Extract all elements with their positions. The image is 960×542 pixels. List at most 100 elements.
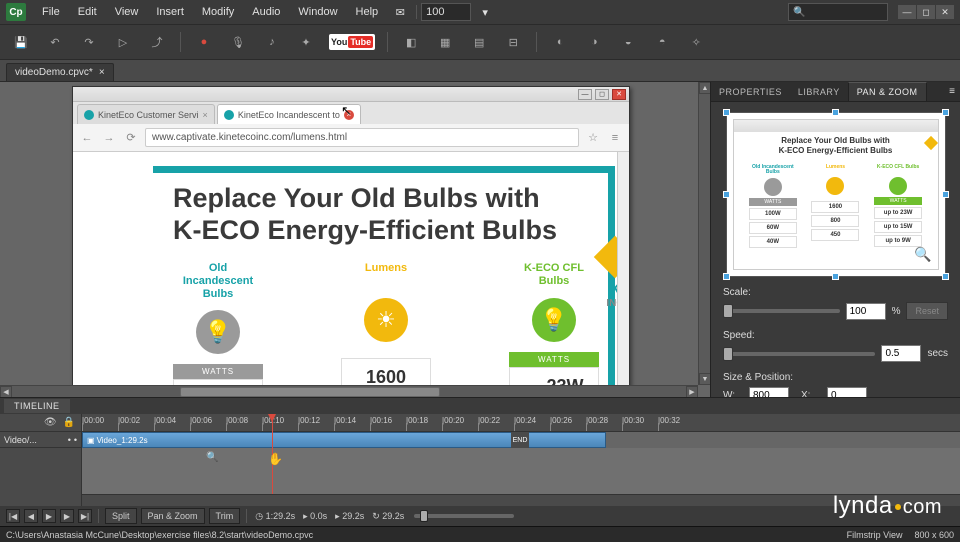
pan-zoom-thumbnail[interactable]: Replace Your Old Bulbs withK-ECO Energy-… [726,112,946,277]
layout-3-icon[interactable]: ⊟ [502,31,524,53]
reset-button[interactable]: Reset [906,302,948,320]
webpage-scrollbar[interactable] [617,152,629,397]
search-field[interactable]: 🔍 [788,3,888,21]
timeline-tab[interactable]: TIMELINE [4,399,70,413]
scale-label: Scale: [723,287,948,298]
magnifier-icon[interactable]: 🔍 [914,246,931,263]
crop-icon[interactable]: ◧ [400,31,422,53]
window-close[interactable]: ✕ [936,5,954,19]
track-label[interactable]: Video/...•• [0,432,81,448]
x-input[interactable] [827,387,867,397]
menu-edit[interactable]: Edit [70,3,105,21]
menu-audio[interactable]: Audio [244,3,288,21]
browser-maximize[interactable]: ◻ [595,89,609,100]
menu-window[interactable]: Window [290,3,345,21]
properties-panel: PROPERTIES LIBRARY PAN & ZOOM ≡ Replace … [710,82,960,397]
timeline-ruler[interactable]: |00:00|00:02|00:04|00:06|00:08|00:10|00:… [82,414,960,432]
pan-zoom-button[interactable]: Pan & Zoom [141,508,205,524]
tab-close-icon[interactable]: × [203,110,208,120]
scale-input[interactable] [846,303,886,320]
layout-1-icon[interactable]: ▦ [434,31,456,53]
prev-frame-icon[interactable]: ◀ [24,509,38,523]
resize-handle[interactable] [832,273,839,280]
view-mode-label[interactable]: Filmstrip View [847,530,903,540]
resize-handle[interactable] [942,191,949,198]
resize-handle[interactable] [942,273,949,280]
transition-1-icon[interactable]: ◐ [549,31,571,53]
tab-properties[interactable]: PROPERTIES [711,83,790,101]
speed-slider[interactable] [723,352,875,356]
scale-slider[interactable] [723,309,840,313]
resize-handle[interactable] [942,109,949,116]
split-button[interactable]: Split [105,508,137,524]
publish-icon[interactable]: ⤴ [146,31,168,53]
zoom-slider[interactable] [414,514,514,518]
stage-vertical-scrollbar[interactable]: ▲▼ [698,82,710,385]
menu-view[interactable]: View [107,3,147,21]
address-bar[interactable]: www.captivate.kinetecoinc.com/lumens.htm… [145,128,579,147]
resize-handle[interactable] [723,273,730,280]
out-point-label: ▸ 29.2s [335,511,364,522]
browser-tab-1[interactable]: KinetEco Customer Servi × [77,104,215,124]
menu-help[interactable]: Help [348,3,387,21]
trim-button[interactable]: Trim [209,508,241,524]
tab-library[interactable]: LIBRARY [790,83,848,101]
browser-close[interactable]: ✕ [612,89,626,100]
speed-label: Speed: [723,330,948,341]
first-frame-icon[interactable]: |◀ [6,509,20,523]
close-icon[interactable]: × [99,67,105,78]
video-clip[interactable]: ▣Video_1:29.2s END [82,432,606,448]
stage-horizontal-scrollbar[interactable]: ◀ ▶ [0,385,698,397]
lynda-watermark: lyndacom [833,492,942,520]
redo-icon[interactable]: ↷ [78,31,100,53]
microphone-icon[interactable]: 🎙 [227,31,249,53]
zoom-input[interactable] [421,3,471,21]
in-point-label: ▸ 0.0s [303,511,327,522]
next-frame-icon[interactable]: ▶ [60,509,74,523]
play-icon[interactable]: ▶ [42,509,56,523]
forward-icon[interactable]: → [101,130,117,146]
document-tab[interactable]: videoDemo.cpvc* × [6,63,114,81]
lock-icon[interactable]: 🔒 [63,417,75,428]
timeline-scrollbar[interactable] [82,494,960,506]
menu-insert[interactable]: Insert [148,3,192,21]
hamburger-icon[interactable]: ≡ [607,130,623,146]
panel-menu-icon[interactable]: ≡ [944,86,960,97]
music-icon[interactable]: ♪ [261,31,283,53]
speed-input[interactable] [881,345,921,362]
transition-2-icon[interactable]: ◑ [583,31,605,53]
preview-icon[interactable]: ▷ [112,31,134,53]
reload-icon[interactable]: ⟳ [123,130,139,146]
transition-3-icon[interactable]: ◒ [617,31,639,53]
effects-icon[interactable]: ✦ [295,31,317,53]
undo-icon[interactable]: ↶ [44,31,66,53]
magnifier-marker-icon[interactable]: 🔍 [206,452,218,463]
zoom-dropdown-icon[interactable]: ▾ [476,3,494,21]
effects-2-icon[interactable]: ✧ [685,31,707,53]
resize-handle[interactable] [723,191,730,198]
webpage-content: Replace Your Old Bulbs with K-ECO Energy… [73,152,629,397]
tab-pan-zoom[interactable]: PAN & ZOOM [848,82,927,101]
eye-icon[interactable]: 👁 [44,417,57,428]
transition-4-icon[interactable]: ◓ [651,31,673,53]
youtube-icon[interactable]: YouTube [329,34,375,50]
last-frame-icon[interactable]: ▶| [78,509,92,523]
bookmark-icon[interactable]: ☆ [585,130,601,146]
browser-minimize[interactable]: — [578,89,592,100]
back-icon[interactable]: ← [79,130,95,146]
menu-file[interactable]: File [34,3,68,21]
menubar: Cp File Edit View Insert Modify Audio Wi… [0,0,960,24]
save-icon[interactable]: 💾 [10,31,32,53]
clip-icon: ▣ [87,436,95,445]
mail-icon[interactable]: ✉ [391,3,409,21]
window-maximize[interactable]: ◻ [917,5,935,19]
record-icon[interactable]: ● [193,31,215,53]
browser-tab-2[interactable]: KinetEco Incandescent to × [217,104,361,124]
resize-handle[interactable] [723,109,730,116]
width-input[interactable] [749,387,789,397]
resize-handle[interactable] [832,109,839,116]
menu-modify[interactable]: Modify [194,3,242,21]
layout-2-icon[interactable]: ▤ [468,31,490,53]
window-minimize[interactable]: — [898,5,916,19]
browser-window-preview: — ◻ ✕ KinetEco Customer Servi × KinetEco… [72,86,630,397]
